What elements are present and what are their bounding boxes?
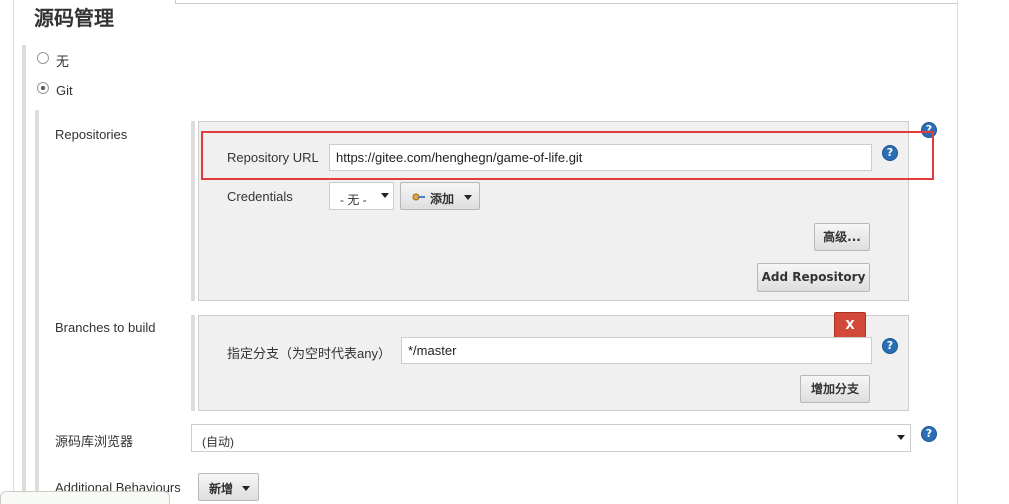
- repository-url-highlight: [201, 131, 934, 180]
- repositories-label: Repositories: [55, 127, 128, 142]
- key-icon: [412, 193, 425, 201]
- dropdown-caret-icon: [381, 193, 389, 198]
- credentials-select-value: - 无 -: [340, 193, 367, 207]
- delete-branch-button[interactable]: X: [834, 312, 866, 338]
- add-behaviour-button[interactable]: 新增: [198, 473, 259, 501]
- scm-git-radio[interactable]: [37, 82, 49, 94]
- branch-specifier-input[interactable]: */master: [401, 337, 872, 364]
- advanced-button[interactable]: 高级...: [814, 223, 870, 251]
- repo-browser-select[interactable]: (自动): [191, 424, 911, 452]
- branches-fieldset-bar: [191, 315, 195, 411]
- bottom-floating-tab: [0, 491, 170, 504]
- section-title: 源码管理: [34, 6, 114, 30]
- credentials-select[interactable]: - 无 -: [329, 182, 394, 210]
- git-indent-bar: [35, 110, 39, 504]
- top-tab-divider: [175, 0, 958, 4]
- repo-browser-label: 源码库浏览器: [55, 434, 134, 449]
- repo-browser-help-icon[interactable]: ?: [921, 426, 937, 442]
- scm-none-radio[interactable]: [37, 52, 49, 64]
- add-credentials-button[interactable]: 添加: [400, 182, 480, 210]
- dropdown-caret-icon: [464, 195, 472, 200]
- add-behaviour-label: 新增: [209, 482, 234, 496]
- branch-specifier-help-icon[interactable]: ?: [882, 338, 898, 354]
- scm-git-label[interactable]: Git: [56, 83, 73, 98]
- add-repository-button[interactable]: Add Repository: [757, 263, 870, 292]
- add-branch-button[interactable]: 增加分支: [800, 375, 870, 403]
- repositories-fieldset-bar: [191, 121, 195, 301]
- section-indent-bar: [22, 45, 26, 504]
- branch-specifier-label: 指定分支（为空时代表any）: [227, 346, 391, 361]
- branches-label: Branches to build: [55, 320, 156, 335]
- credentials-label: Credentials: [227, 189, 293, 204]
- dropdown-caret-icon: [897, 435, 905, 440]
- repo-browser-select-value: (自动): [202, 435, 234, 449]
- scm-none-label[interactable]: 无: [56, 51, 69, 70]
- add-credentials-label: 添加: [430, 192, 455, 206]
- dropdown-caret-icon: [242, 486, 250, 491]
